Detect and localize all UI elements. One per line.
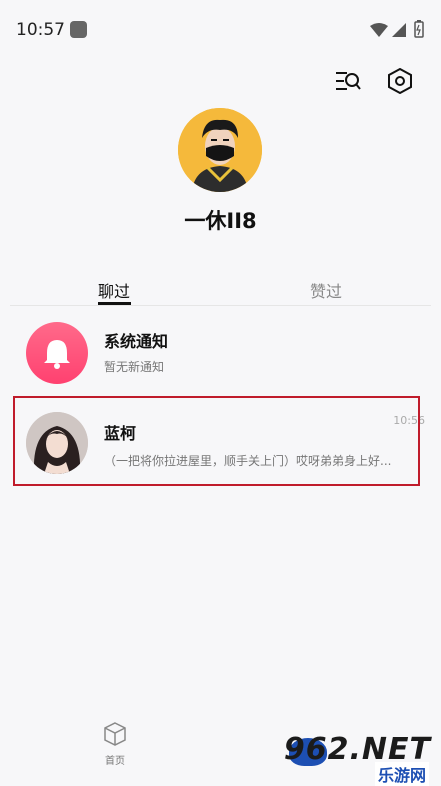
settings-hex-icon bbox=[388, 68, 412, 94]
bottom-nav: 首页 962.NET 乐游网 bbox=[0, 712, 441, 786]
nav-home[interactable]: 首页 bbox=[95, 722, 135, 767]
search-list-icon bbox=[336, 72, 361, 90]
signal-icon bbox=[392, 23, 406, 37]
search-menu-button[interactable] bbox=[333, 66, 363, 96]
notice-title: 系统通知 bbox=[104, 332, 169, 351]
notice-badge bbox=[26, 322, 88, 384]
battery-icon bbox=[414, 20, 424, 38]
settings-button[interactable] bbox=[385, 66, 415, 96]
profile-username: 一休II8 bbox=[184, 209, 257, 233]
wifi-icon bbox=[370, 23, 388, 37]
notice-preview: 暂无新通知 bbox=[104, 360, 165, 374]
home-cube-icon bbox=[104, 722, 126, 746]
tab-liked[interactable]: 赞过 bbox=[310, 278, 342, 302]
selection-highlight bbox=[13, 396, 420, 486]
tab-bar: 聊过 赞过 bbox=[0, 278, 441, 306]
bell-icon bbox=[44, 340, 70, 369]
tab-chatted[interactable]: 聊过 bbox=[98, 278, 130, 302]
avatar-illustration bbox=[178, 108, 262, 192]
top-actions bbox=[333, 66, 415, 96]
nav-home-label: 首页 bbox=[105, 756, 125, 767]
status-bar: 10:57 bbox=[0, 0, 441, 56]
watermark-sub: 乐游网 bbox=[374, 762, 429, 786]
watermark-logo: 962.NET 乐游网 bbox=[247, 732, 437, 786]
app-notification-icon bbox=[70, 21, 87, 38]
profile-avatar[interactable] bbox=[178, 108, 262, 192]
list-item-system-notice[interactable]: 系统通知 暂无新通知 bbox=[10, 306, 431, 396]
status-time: 10:57 bbox=[16, 20, 65, 40]
